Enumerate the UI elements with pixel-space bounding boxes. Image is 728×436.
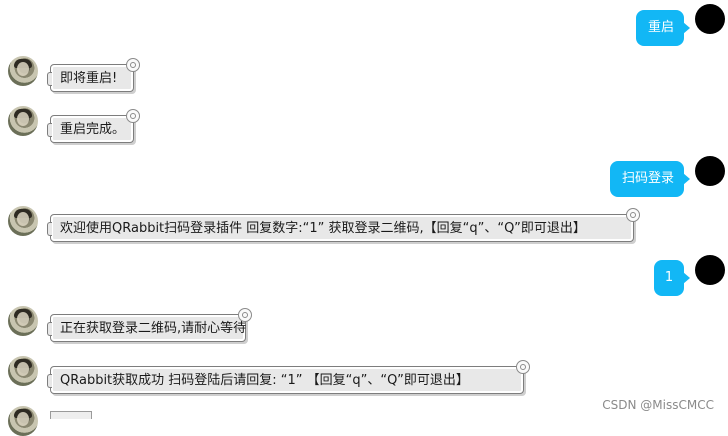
bubble-decoration-icon xyxy=(516,360,530,374)
bot-avatar[interactable] xyxy=(8,56,38,86)
user-message-bubble[interactable]: 扫码登录 xyxy=(610,161,690,197)
user-message-bubble[interactable]: 1 xyxy=(654,260,690,296)
bot-message-bubble[interactable]: QRabbit获取成功 扫码登陆后请回复: “1” 【回复“q”、“Q”即可退出… xyxy=(47,360,530,394)
user-avatar[interactable] xyxy=(695,255,725,285)
bot-message-bubble[interactable]: 欢迎使用QRabbit扫码登录插件 回复数字:“1” 获取登录二维码,【回复“q… xyxy=(47,208,640,242)
bot-avatar[interactable] xyxy=(8,206,38,236)
bot-avatar[interactable] xyxy=(8,356,38,386)
bot-message-bubble[interactable]: 正在获取登录二维码,请耐心等待 xyxy=(47,308,252,342)
chat-window: { "messages": [ {"side": "right", "text"… xyxy=(0,0,728,436)
user-avatar[interactable] xyxy=(695,156,725,186)
bot-avatar[interactable] xyxy=(8,306,38,336)
bot-message-bubble[interactable]: 即将重启! xyxy=(47,58,140,92)
bot-message-text: 欢迎使用QRabbit扫码登录插件 回复数字:“1” 获取登录二维码,【回复“q… xyxy=(60,221,586,236)
bot-message-text: QRabbit获取成功 扫码登陆后请回复: “1” 【回复“q”、“Q”即可退出… xyxy=(60,373,469,388)
bubble-decoration-icon xyxy=(238,308,252,322)
bot-message-text: 即将重启! xyxy=(60,71,118,86)
bot-message-text: 重启完成。 xyxy=(60,122,126,137)
user-message-bubble[interactable]: 重启 xyxy=(636,10,690,46)
bot-avatar[interactable] xyxy=(8,406,38,436)
bubble-decoration-icon xyxy=(126,58,140,72)
bubble-decoration-icon xyxy=(626,208,640,222)
bot-message-bubble[interactable]: 重启完成。 xyxy=(47,109,140,143)
bot-avatar[interactable] xyxy=(8,106,38,136)
bot-message-text: 正在获取登录二维码,请耐心等待 xyxy=(60,321,247,336)
bubble-decoration-icon xyxy=(126,109,140,123)
user-avatar[interactable] xyxy=(695,4,725,34)
watermark: CSDN @MissCMCC xyxy=(602,398,714,412)
